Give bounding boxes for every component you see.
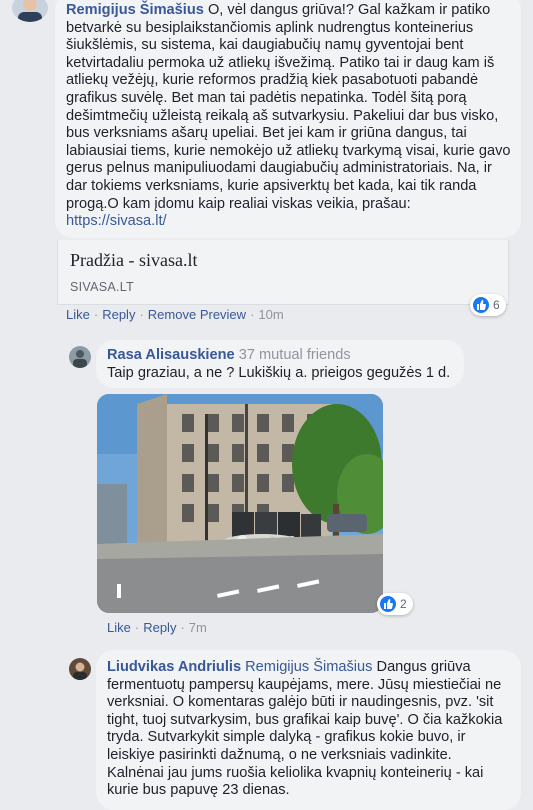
link-preview-title[interactable]: Pradžia - sivasa.lt xyxy=(70,250,197,271)
remove-preview-link[interactable]: Remove Preview xyxy=(148,307,246,322)
comment-bubble: Liudvikas Andriulis Remigijus Šimašius D… xyxy=(96,650,521,810)
reaction-count[interactable]: 6 xyxy=(470,294,506,316)
comment-author[interactable]: Liudvikas Andriulis xyxy=(107,659,241,675)
reply-link[interactable]: Reply xyxy=(143,620,176,635)
link-preview-domain: SIVASA.LT xyxy=(70,280,135,294)
comment-text: Taip graziau, a ne ? Lukiškių a. prieigo… xyxy=(107,365,451,381)
reaction-number: 6 xyxy=(493,298,500,312)
comment-bubble: Remigijus Šimašius O, vėl dangus griūva!… xyxy=(55,0,521,238)
avatar[interactable] xyxy=(69,658,91,680)
avatar[interactable] xyxy=(69,346,91,368)
comment-author[interactable]: Rasa Alisauskiene xyxy=(107,347,235,363)
comment-text: Dangus griūva fermentuotų pampersų kaupė… xyxy=(107,659,503,799)
like-thumb-icon xyxy=(380,596,396,612)
reply-link[interactable]: Reply xyxy=(102,307,135,322)
like-thumb-icon xyxy=(473,297,489,313)
mutual-friends[interactable]: 37 mutual friends xyxy=(239,347,351,363)
comment-time[interactable]: 10m xyxy=(258,307,283,322)
avatar[interactable] xyxy=(12,0,48,22)
comment-actions: Like · Reply · 7m xyxy=(107,620,207,635)
link-preview[interactable]: Pradžia - sivasa.lt SIVASA.LT xyxy=(57,240,509,305)
comment-link[interactable]: https://sivasa.lt/ xyxy=(66,213,167,229)
comment-mention[interactable]: Remigijus Šimašius xyxy=(245,659,372,675)
comment-body: Remigijus Šimašius O, vėl dangus griūva!… xyxy=(66,2,512,231)
like-link[interactable]: Like xyxy=(107,620,131,635)
reaction-number: 2 xyxy=(400,597,407,611)
street-photo xyxy=(97,394,383,613)
comment-text: O, vėl dangus griūva!? Gal kažkam ir pat… xyxy=(66,2,511,212)
comment-photo[interactable] xyxy=(97,394,383,613)
comment-body: Liudvikas Andriulis Remigijus Šimašius D… xyxy=(107,659,512,800)
comment-actions: Like · Reply · Remove Preview · 10m xyxy=(66,307,284,322)
like-link[interactable]: Like xyxy=(66,307,90,322)
comment-author[interactable]: Remigijus Šimašius xyxy=(66,2,204,18)
comment-bubble: Rasa Alisauskiene 37 mutual friends Taip… xyxy=(96,340,464,388)
reaction-count[interactable]: 2 xyxy=(377,593,413,615)
comment-time[interactable]: 7m xyxy=(189,620,207,635)
